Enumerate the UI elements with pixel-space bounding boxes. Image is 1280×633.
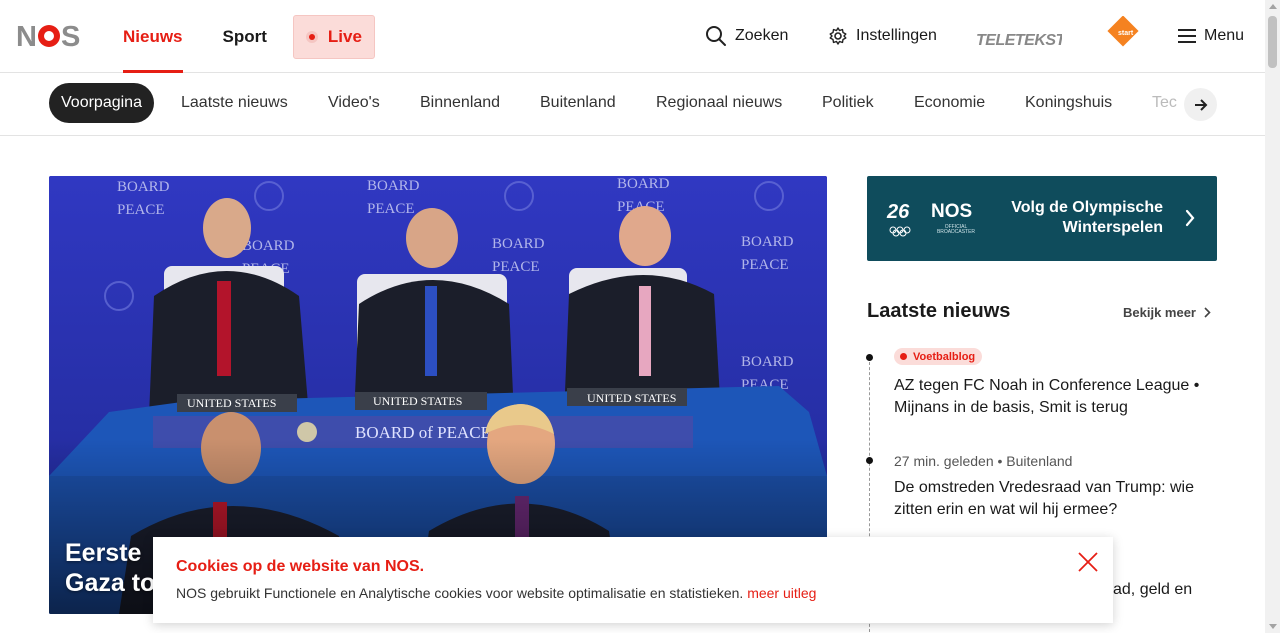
category-voorpagina[interactable]: Voorpagina bbox=[49, 83, 154, 123]
main-nav: Nieuws Sport Live bbox=[123, 0, 375, 73]
nav-nieuws[interactable]: Nieuws bbox=[123, 0, 183, 73]
teletekst-link[interactable]: TELETEKST bbox=[976, 27, 1070, 51]
olympic-line-2: Winterspelen bbox=[1062, 219, 1163, 236]
olympic-nos-text: NOS bbox=[931, 200, 973, 222]
svg-text:S: S bbox=[61, 22, 80, 50]
nav-sport[interactable]: Sport bbox=[223, 0, 267, 73]
menu-button[interactable]: Menu bbox=[1178, 24, 1244, 48]
category-regionaal-nieuws[interactable]: Regionaal nieuws bbox=[656, 83, 782, 123]
category-bar: Voorpagina Laatste nieuws Video's Binnen… bbox=[0, 73, 1265, 136]
cookie-more-info-link[interactable]: meer uitleg bbox=[747, 585, 816, 601]
site-header: N S Nieuws Sport Live Zoeken Instellinge… bbox=[0, 0, 1265, 73]
olympic-banner[interactable]: 26 NOS OFFICIAL BROADCASTER Volg de Olym… bbox=[867, 176, 1217, 261]
news-item-1-headline[interactable]: AZ tegen FC Noah in Conference League • … bbox=[894, 375, 1214, 419]
live-pin-icon bbox=[900, 353, 907, 360]
search-icon bbox=[706, 26, 726, 46]
cookie-text: NOS gebruikt Functionele en Analytische … bbox=[176, 585, 816, 601]
category-tech[interactable]: Tec bbox=[1152, 83, 1177, 123]
menu-label: Menu bbox=[1204, 27, 1245, 44]
category-economie[interactable]: Economie bbox=[914, 83, 985, 123]
olympic-line-1: Volg de Olympische bbox=[1011, 199, 1163, 216]
category-laatste-nieuws[interactable]: Laatste nieuws bbox=[181, 83, 288, 123]
close-icon[interactable] bbox=[1077, 551, 1099, 573]
live-button[interactable]: Live bbox=[292, 14, 375, 59]
category-buitenland[interactable]: Buitenland bbox=[540, 83, 616, 123]
arrow-right-icon bbox=[1194, 98, 1207, 111]
svg-text:TELETEKST: TELETEKST bbox=[976, 32, 1062, 48]
news-item-3-headline[interactable]: ad, geld en bbox=[1113, 579, 1213, 601]
npo-start-icon: start bbox=[1107, 16, 1139, 47]
chevron-right-icon bbox=[1204, 307, 1211, 318]
scroll-up-arrow-icon[interactable] bbox=[1269, 4, 1277, 9]
settings-label: Instellingen bbox=[856, 27, 937, 44]
news-item-2-headline[interactable]: De omstreden Vredesraad van Trump: wie z… bbox=[894, 477, 1214, 521]
news-item-2-line-1: De omstreden Vredesraad van Trump: wie bbox=[894, 479, 1194, 496]
category-videos[interactable]: Video's bbox=[328, 83, 380, 123]
news-item-2-line-2: zitten erin en wat wil hij ermee? bbox=[894, 501, 1118, 518]
live-dot-icon bbox=[305, 30, 318, 43]
latest-news-more-link[interactable]: Bekijk meer bbox=[1123, 305, 1211, 320]
category-binnenland[interactable]: Binnenland bbox=[420, 83, 500, 123]
timeline-dot bbox=[866, 457, 873, 464]
live-label: Live bbox=[327, 26, 362, 46]
nos-logo[interactable]: N S bbox=[16, 22, 84, 50]
olympic-sub-text: OFFICIAL BROADCASTER bbox=[936, 223, 976, 235]
hamburger-icon bbox=[1178, 29, 1196, 43]
timeline-dot bbox=[866, 354, 873, 361]
olympic-banner-text: Volg de Olympische Winterspelen bbox=[1011, 198, 1163, 238]
npo-start-link[interactable]: start bbox=[1106, 16, 1150, 47]
tag-label: Voetbalblog bbox=[913, 350, 976, 363]
latest-news-more-label: Bekijk meer bbox=[1123, 305, 1196, 320]
svg-text:start: start bbox=[1118, 30, 1134, 37]
voetbalblog-tag[interactable]: Voetbalblog bbox=[894, 348, 983, 365]
news-item-1-line-1: AZ tegen FC Noah in Conference League • bbox=[894, 377, 1200, 394]
chevron-right-icon bbox=[1185, 209, 1195, 227]
gear-icon bbox=[829, 27, 847, 45]
latest-news-title: Laatste nieuws bbox=[867, 300, 1011, 322]
search-button[interactable]: Zoeken bbox=[705, 24, 788, 48]
cookie-body-text: NOS gebruikt Functionele en Analytische … bbox=[176, 585, 744, 601]
category-politiek[interactable]: Politiek bbox=[822, 83, 874, 123]
search-label: Zoeken bbox=[735, 27, 789, 44]
page-scrollbar[interactable] bbox=[1265, 0, 1280, 633]
olympic-rings-icon: 26 bbox=[886, 201, 911, 237]
scroll-thumb[interactable] bbox=[1268, 16, 1277, 68]
news-item-1-line-2: Mijnans in de basis, Smit is terug bbox=[894, 399, 1128, 416]
olympic-logo: 26 NOS OFFICIAL BROADCASTER bbox=[885, 198, 981, 238]
settings-button[interactable]: Instellingen bbox=[828, 24, 937, 48]
cookie-title: Cookies op de website van NOS. bbox=[176, 558, 425, 575]
category-koningshuis[interactable]: Koningshuis bbox=[1025, 83, 1112, 123]
category-scroll-button[interactable] bbox=[1184, 88, 1217, 121]
scroll-down-arrow-icon[interactable] bbox=[1269, 624, 1277, 629]
svg-text:26: 26 bbox=[886, 201, 910, 223]
cookie-banner: Cookies op de website van NOS. NOS gebru… bbox=[153, 537, 1113, 623]
news-item-2-meta: 27 min. geleden • Buitenland bbox=[894, 453, 1073, 469]
svg-text:N: N bbox=[16, 22, 36, 50]
